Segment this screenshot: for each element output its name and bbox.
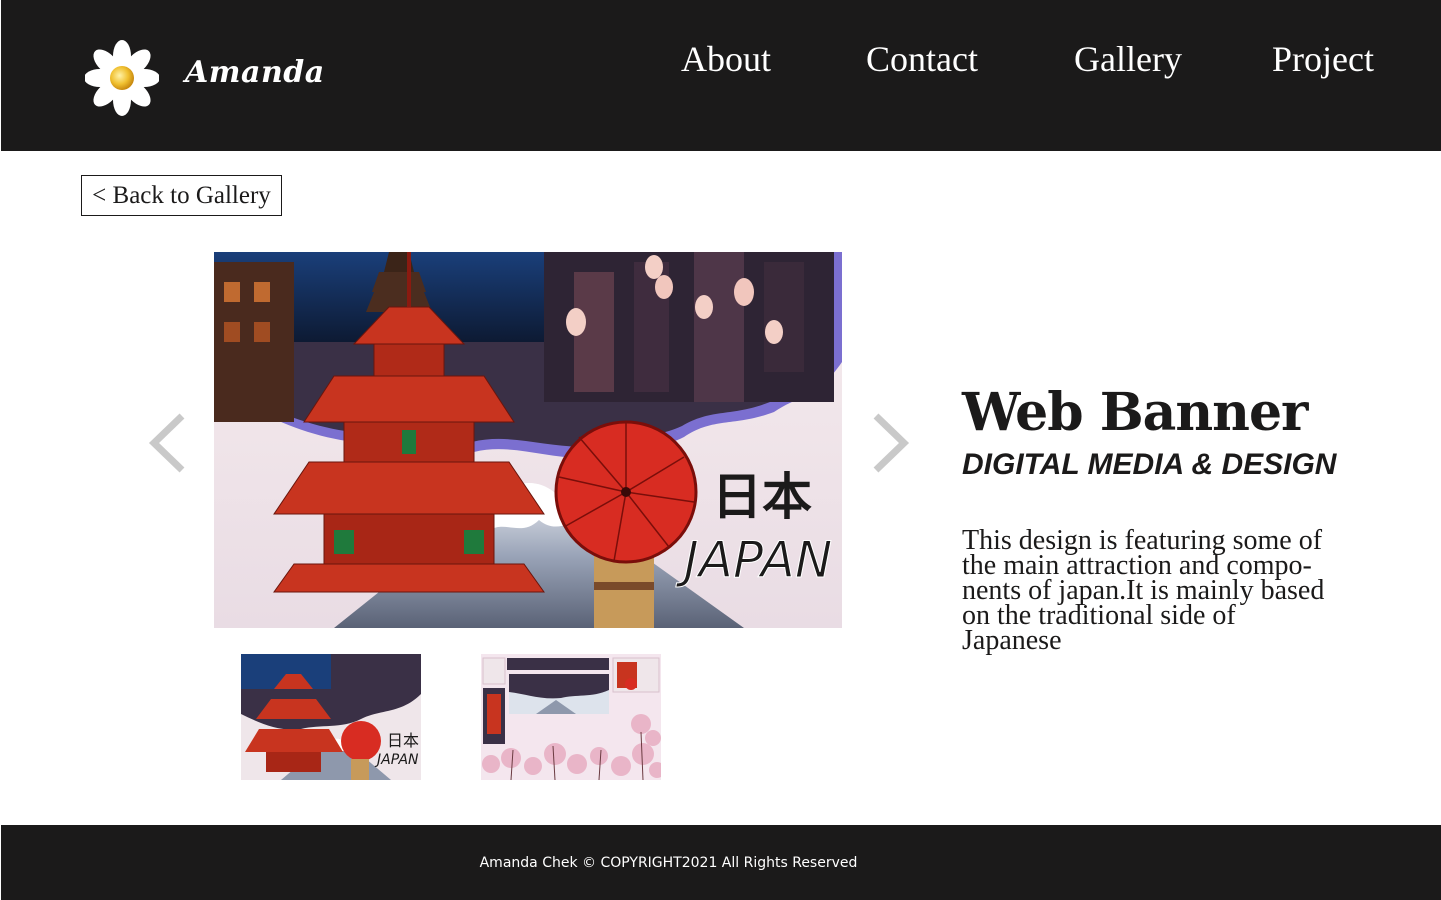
daisy-logo-icon[interactable]: [85, 38, 159, 118]
brand-name: Amanda: [185, 55, 325, 90]
thumbnail-japan-text: JAPAN: [374, 752, 419, 768]
nav-contact[interactable]: Contact: [866, 38, 978, 80]
chevron-right-icon[interactable]: [870, 412, 910, 474]
nav-about[interactable]: About: [681, 38, 771, 80]
site-header: Amanda About Contact Gallery Project: [1, 0, 1441, 151]
main-artwork-image: 日本 JAPAN: [214, 252, 842, 628]
thumbnail-kanji-text: 日本: [387, 731, 419, 750]
copyright-text: Amanda Chek © COPYRIGHT2021 All Rights R…: [479, 854, 858, 871]
nav-project[interactable]: Project: [1272, 38, 1374, 80]
thumbnail-collage[interactable]: [481, 654, 661, 780]
artwork-title: Web Banner: [962, 382, 1308, 443]
artwork-description: This design is featuring some of the mai…: [962, 525, 1325, 656]
back-to-gallery-button[interactable]: < Back to Gallery: [81, 175, 282, 216]
site-footer: Amanda Chek © COPYRIGHT2021 All Rights R…: [1, 825, 1441, 900]
chevron-left-icon[interactable]: [148, 412, 188, 474]
artwork-category: DIGITAL MEDIA & DESIGN: [962, 448, 1337, 481]
nav-gallery[interactable]: Gallery: [1074, 38, 1182, 80]
banner-japan-text: JAPAN: [675, 531, 832, 589]
thumbnail-web-banner[interactable]: 日本 JAPAN: [241, 654, 421, 780]
banner-kanji-text: 日本: [712, 468, 812, 526]
